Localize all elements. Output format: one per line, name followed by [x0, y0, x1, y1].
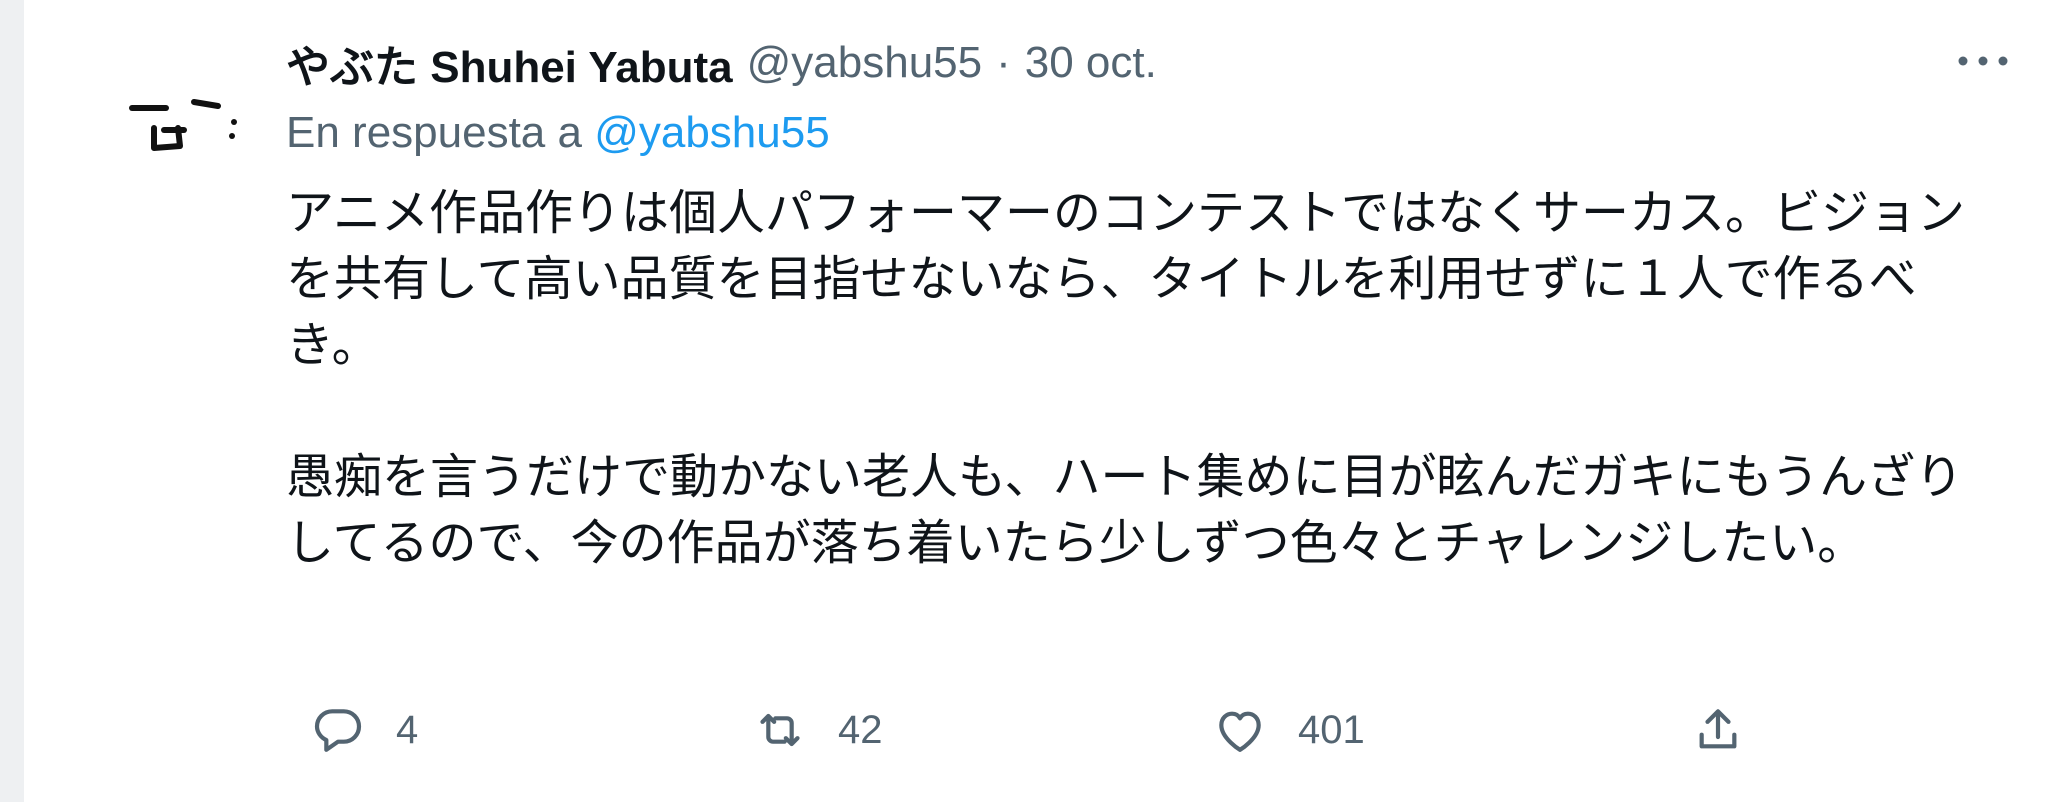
like-count: 401	[1298, 707, 1365, 752]
reply-button[interactable]: 4	[310, 702, 418, 758]
tweet-paragraph: アニメ作品作りは個人パフォーマーのコンテストではなくサーカス。ビジョンを共有して…	[286, 185, 1966, 373]
share-icon	[1699, 709, 1737, 749]
more-horizontal-icon	[1958, 56, 2008, 66]
share-button[interactable]	[1690, 702, 1746, 758]
tweet-date[interactable]: 30 oct.	[1025, 38, 1157, 88]
heart-icon	[1219, 711, 1261, 752]
reply-mention-link[interactable]: @yabshu55	[594, 108, 830, 157]
tweet-paragraph: 愚痴を言うだけで動かない老人も、ハート集めに目が眩んだガキにもうんざりしてるので…	[286, 449, 1964, 571]
separator-dot: ·	[996, 38, 1011, 87]
tweet-header: やぶた Shuhei Yabuta @yabshu55 · 30 oct.	[286, 28, 1157, 98]
user-handle[interactable]: @yabshu55	[747, 38, 983, 88]
reply-count: 4	[396, 707, 419, 752]
tweet-text: アニメ作品作りは個人パフォーマーのコンテストではなくサーカス。ビジョンを共有して…	[286, 180, 2006, 642]
retweet-icon	[760, 713, 800, 747]
reply-icon	[314, 709, 362, 752]
tweet-card: やぶた Shuhei Yabuta @yabshu55 · 30 oct. En…	[24, 0, 2048, 802]
avatar-face-icon	[129, 99, 237, 151]
avatar[interactable]	[94, 40, 264, 210]
action-bar: 4 42 401	[286, 690, 1766, 770]
reply-prefix: En respuesta a	[286, 108, 582, 157]
retweet-button[interactable]: 42	[752, 702, 883, 758]
display-name[interactable]: やぶた Shuhei Yabuta	[286, 31, 733, 95]
more-options-button[interactable]	[1948, 36, 2018, 86]
like-button[interactable]: 401	[1212, 702, 1365, 758]
reply-context: En respuesta a @yabshu55	[286, 108, 830, 158]
retweet-count: 42	[838, 707, 883, 752]
